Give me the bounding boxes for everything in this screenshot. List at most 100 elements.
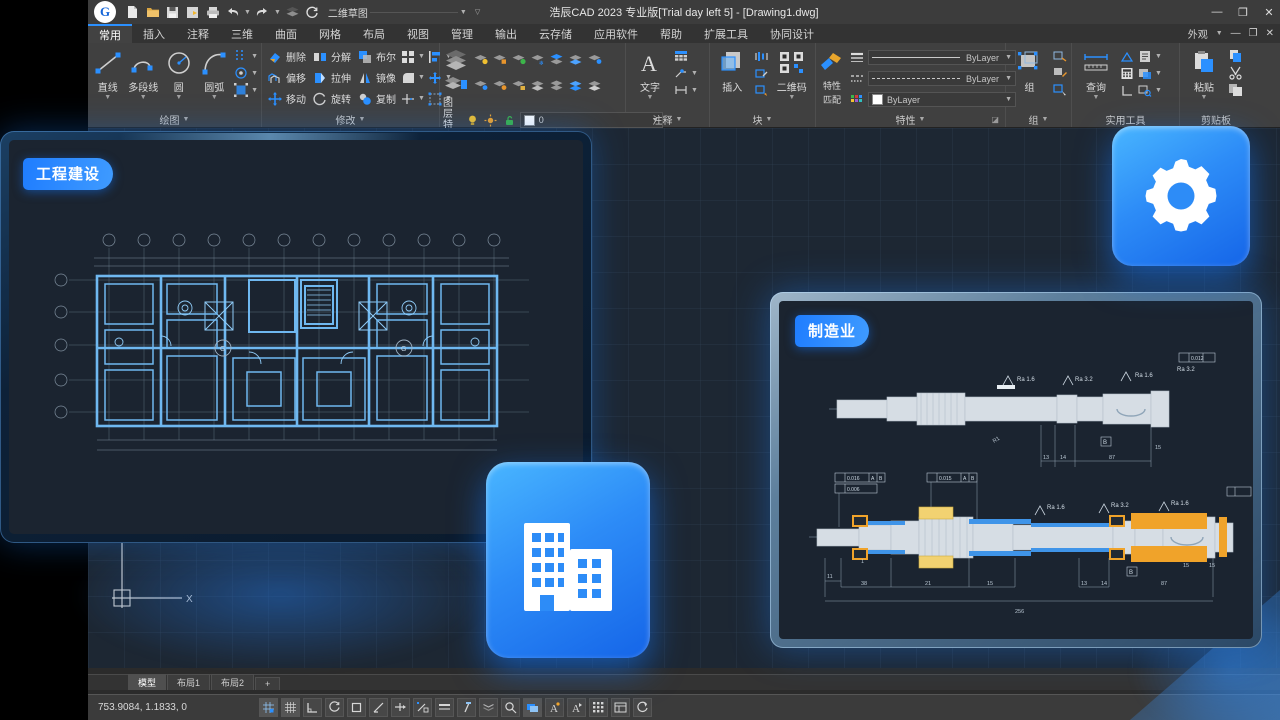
transparency-toggle[interactable] <box>457 698 476 717</box>
point-chevron-down-icon[interactable]: ▼ <box>251 70 258 77</box>
trim-icon[interactable] <box>400 91 416 107</box>
group-edit-icon[interactable] <box>1052 65 1068 81</box>
app-logo-icon[interactable]: G <box>94 1 116 23</box>
layer-turn-on-icon[interactable] <box>472 77 488 93</box>
modify-stretch-button[interactable]: 拉伸 <box>310 67 353 88</box>
block-qrcode-chevron-down-icon[interactable]: ▼ <box>788 95 795 101</box>
tab-charu[interactable]: 插入 <box>132 24 176 43</box>
angle-icon[interactable] <box>1119 82 1135 98</box>
polar-toggle[interactable] <box>325 698 344 717</box>
grid-toggle[interactable] <box>281 698 300 717</box>
region-chevron-down-icon[interactable]: ▼ <box>251 87 258 94</box>
layer-lock-icon[interactable] <box>510 77 526 93</box>
dyn-input-toggle[interactable] <box>413 698 432 717</box>
id-point-icon[interactable] <box>1137 65 1153 81</box>
dyn-ucs-toggle[interactable] <box>391 698 410 717</box>
fillet-icon[interactable] <box>400 70 416 86</box>
list-icon[interactable] <box>1137 48 1153 64</box>
utility-row2-chevron-down-icon[interactable]: ▼ <box>1155 70 1162 77</box>
appearance-chevron-down-icon[interactable]: ▼ <box>1216 30 1223 37</box>
workspace-more-icon[interactable]: ▽ <box>475 8 480 16</box>
coordinate-display[interactable]: 753.9084, 1.1833, 0 <box>98 702 187 713</box>
array-chevron-down-icon[interactable]: ▼ <box>418 53 425 60</box>
layer-off-icon[interactable] <box>472 51 488 67</box>
modify-erase-button[interactable]: 删除 <box>265 46 308 67</box>
utility-row1-chevron-down-icon[interactable]: ▼ <box>1155 53 1162 60</box>
layer-thaw-icon[interactable] <box>491 77 507 93</box>
fillet-chevron-down-icon[interactable]: ▼ <box>418 74 425 81</box>
lightbulb-icon[interactable] <box>465 112 480 128</box>
draw-line-button[interactable]: 直线 ▼ <box>91 46 125 101</box>
panel-modify-chevron-down-icon[interactable]: ▼ <box>359 116 366 123</box>
tab-guanli[interactable]: 管理 <box>440 24 484 43</box>
lineweight-toggle[interactable] <box>435 698 454 717</box>
modify-rotate-button[interactable]: 旋转 <box>310 88 353 109</box>
annotation-leader-row[interactable]: ▼ <box>673 65 698 81</box>
layer-set-current-icon[interactable] <box>548 51 564 67</box>
draw-circle-button[interactable]: 圆 ▼ <box>162 46 196 101</box>
utility-query-chevron-down-icon[interactable]: ▼ <box>1093 95 1100 101</box>
restore-button[interactable]: ❐ <box>1236 6 1250 19</box>
cut-icon[interactable] <box>1227 65 1243 81</box>
tab-kuozhangongju[interactable]: 扩展工具 <box>693 24 759 43</box>
draw-arc-chevron-down-icon[interactable]: ▼ <box>211 95 218 101</box>
modify-explode-button[interactable]: 分解 <box>310 46 353 67</box>
appearance-menu[interactable]: 外观 <box>1188 26 1208 41</box>
layer-match-icon[interactable] <box>567 51 583 67</box>
isolate-objects-toggle[interactable] <box>589 698 608 717</box>
modify-copy-button[interactable]: 复制 <box>355 88 398 109</box>
utility-row3-chevron-down-icon[interactable]: ▼ <box>1155 87 1162 94</box>
annotation-text-button[interactable]: A 文字 ▼ <box>629 46 671 101</box>
auto-scale-toggle[interactable]: A <box>567 698 586 717</box>
workspace-selector[interactable]: 二维草图 ▼ ▽ <box>328 5 480 20</box>
doc-close-button[interactable]: ✕ <box>1266 28 1274 39</box>
modify-mirror-button[interactable]: 镜像 <box>355 67 398 88</box>
close-button[interactable]: ✕ <box>1262 6 1276 19</box>
block-qrcode-button[interactable]: 二维码 ▼ <box>772 46 812 101</box>
annotation-visibility-toggle[interactable]: A <box>545 698 564 717</box>
group-select-icon[interactable] <box>1052 82 1068 98</box>
draw-polyline-button[interactable]: 多段线 ▼ <box>127 46 161 101</box>
layer-unisolate-icon[interactable] <box>510 51 526 67</box>
lineweight-dropdown[interactable]: ByLayer ▼ <box>868 50 1016 65</box>
hardware-accel-toggle[interactable] <box>611 698 630 717</box>
layer-delete-icon[interactable] <box>567 77 583 93</box>
undo-chevron-down-icon[interactable]: ▼ <box>244 9 251 16</box>
ortho-toggle[interactable] <box>303 698 322 717</box>
layout-tab-layout2[interactable]: 布局2 <box>211 674 254 690</box>
draw-polyline-chevron-down-icon[interactable]: ▼ <box>140 95 147 101</box>
save-icon[interactable] <box>164 4 181 21</box>
save-as-icon[interactable] <box>184 4 201 21</box>
panel-properties-chevron-down-icon[interactable]: ▼ <box>919 116 926 123</box>
clipboard-paste-chevron-down-icon[interactable]: ▼ <box>1201 95 1208 101</box>
tab-shitu[interactable]: 视图 <box>396 24 440 43</box>
trim-chevron-down-icon[interactable]: ▼ <box>418 95 425 102</box>
draw-line-chevron-down-icon[interactable]: ▼ <box>104 95 111 101</box>
area-icon[interactable] <box>1119 48 1135 64</box>
sun-icon[interactable] <box>483 112 498 128</box>
layer-unlock-icon[interactable] <box>529 77 545 93</box>
tab-wangge[interactable]: 网格 <box>308 24 352 43</box>
utility-query-button[interactable]: 查询 ▼ <box>1075 46 1117 101</box>
tab-changyong[interactable]: 常用 <box>88 24 132 43</box>
doc-minimize-button[interactable]: — <box>1231 28 1241 39</box>
leader-chevron-down-icon[interactable]: ▼ <box>691 70 698 77</box>
layout-tab-model[interactable]: 模型 <box>128 674 166 690</box>
panel-group-chevron-down-icon[interactable]: ▼ <box>1042 116 1049 123</box>
selection-cycling-toggle[interactable] <box>479 698 498 717</box>
modify-offset-button[interactable]: 偏移 <box>265 67 308 88</box>
tab-xietongsheji[interactable]: 协同设计 <box>759 24 825 43</box>
block-attribute-row[interactable] <box>754 48 770 64</box>
quick-select-icon[interactable] <box>1137 82 1153 98</box>
copy-clip-icon[interactable] <box>1227 48 1243 64</box>
draw-hatch-row[interactable]: ▼ <box>233 48 258 64</box>
tab-qumian[interactable]: 曲面 <box>264 24 308 43</box>
layer-walk-icon[interactable] <box>586 77 602 93</box>
ungroup-icon[interactable] <box>1052 48 1068 64</box>
layer-previous-icon[interactable] <box>586 51 602 67</box>
hatch-chevron-down-icon[interactable]: ▼ <box>251 53 258 60</box>
tab-buju[interactable]: 布局 <box>352 24 396 43</box>
tab-yingyongruanjian[interactable]: 应用软件 <box>583 24 649 43</box>
layers-icon[interactable] <box>284 4 301 21</box>
panel-draw-chevron-down-icon[interactable]: ▼ <box>183 116 190 123</box>
